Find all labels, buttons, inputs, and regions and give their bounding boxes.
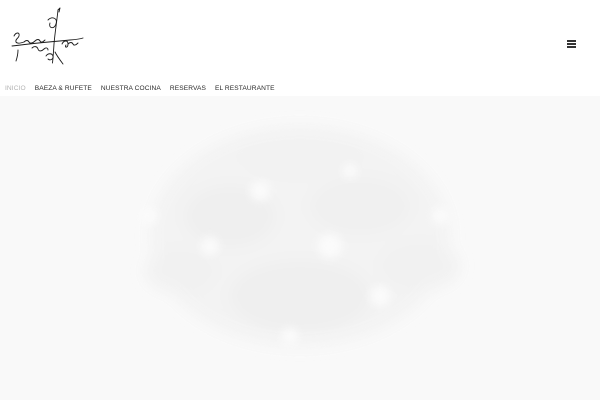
main-navigation: INICIO BAEZA & RUFETE NUESTRA COCINA RES… [5, 82, 275, 94]
site-header: INICIO BAEZA & RUFETE NUESTRA COCINA RES… [0, 0, 600, 96]
nav-item-baeza-rufete[interactable]: BAEZA & RUFETE [35, 85, 92, 92]
hamburger-menu-button[interactable] [562, 36, 580, 52]
hero-faded-image [143, 126, 460, 346]
nav-item-nuestra-cocina[interactable]: NUESTRA COCINA [101, 85, 161, 92]
nav-item-el-restaurante[interactable]: EL RESTAURANTE [215, 85, 275, 92]
signature-logo-icon [11, 7, 84, 65]
hero-image [0, 96, 600, 400]
nav-item-inicio[interactable]: INICIO [5, 85, 26, 92]
nav-item-reservas[interactable]: RESERVAS [170, 85, 206, 92]
site-logo[interactable] [8, 6, 86, 66]
hamburger-menu-icon [567, 40, 576, 42]
